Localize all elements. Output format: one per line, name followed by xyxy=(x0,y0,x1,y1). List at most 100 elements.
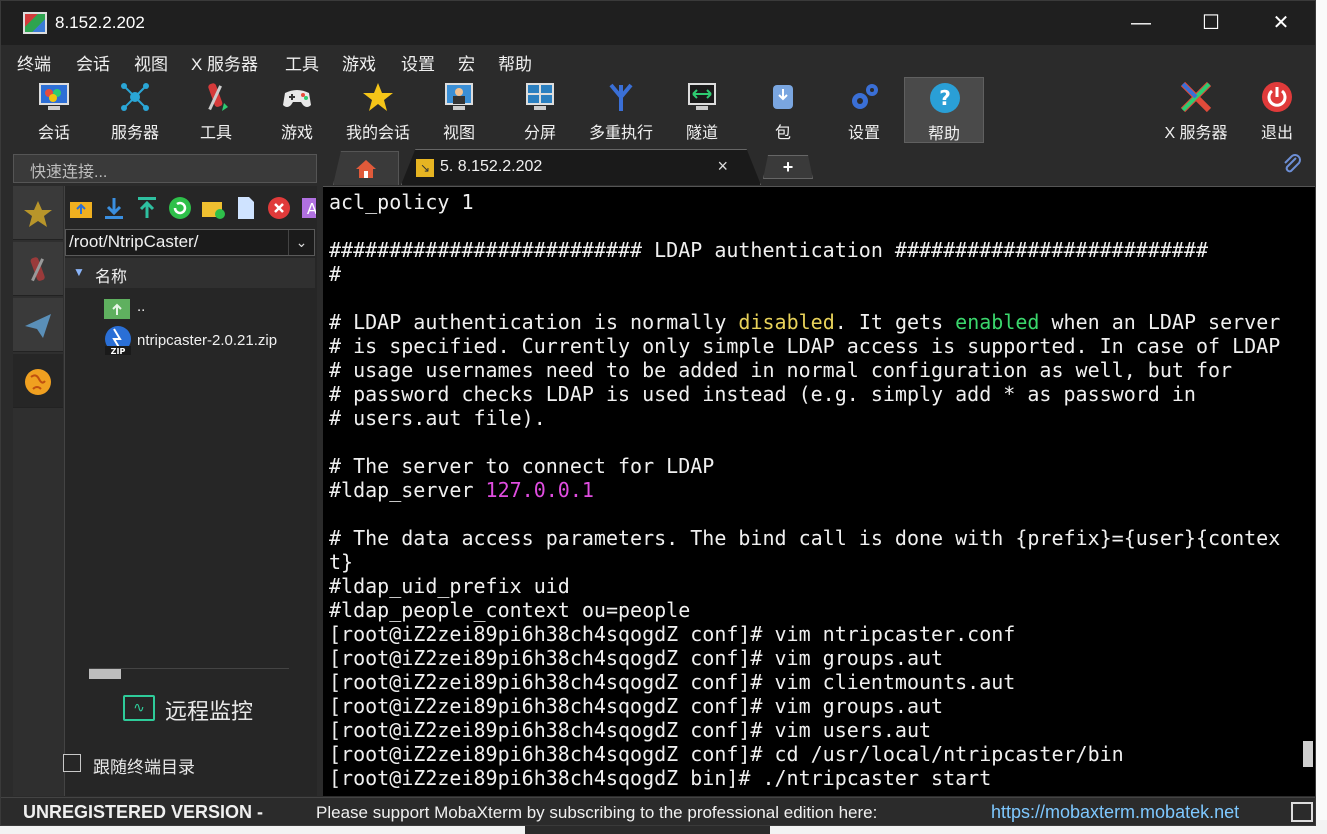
terminal-scrollbar-thumb[interactable] xyxy=(1303,741,1313,767)
new-file-icon[interactable] xyxy=(234,196,258,220)
terminal-line: acl_policy 1 xyxy=(329,190,1289,214)
settings-button[interactable]: 设置 xyxy=(824,77,904,143)
terminal-text: # xyxy=(329,262,342,286)
terminal-text: [root@iZ2zei89pi6h38ch4sqogdZ conf]# vim… xyxy=(329,718,932,742)
exit-button[interactable]: 退出 xyxy=(1237,77,1315,143)
sftp-panel: A /root/NtripCaster/ ⌄ ▼ 名称 .. ZIP ntrip… xyxy=(63,186,317,796)
menu-view[interactable]: 视图 xyxy=(134,50,168,75)
multiexec-button[interactable]: 多重执行 xyxy=(581,77,661,143)
sessions-side-tab[interactable] xyxy=(13,186,63,240)
maximize-button[interactable]: ☐ xyxy=(1176,1,1246,45)
split-button[interactable]: 分屏 xyxy=(500,77,580,143)
terminal-line: #ldap_people_context ou=people xyxy=(329,598,1289,622)
xserver-button[interactable]: X 服务器 xyxy=(1156,77,1236,143)
terminal-line: [root@iZ2zei89pi6h38ch4sqogdZ conf]# vim… xyxy=(329,694,1289,718)
menu-tools[interactable]: 工具 xyxy=(285,50,319,75)
menu-macros[interactable]: 宏 xyxy=(458,50,475,75)
zip-icon: ZIP xyxy=(103,325,133,356)
download-icon[interactable] xyxy=(102,196,126,220)
new-folder-icon[interactable] xyxy=(201,196,225,220)
terminal-pane[interactable]: acl_policy 1 ########################## L… xyxy=(323,186,1315,796)
terminal-line: #ldap_uid_prefix uid xyxy=(329,574,1289,598)
upload-icon[interactable] xyxy=(135,196,159,220)
terminal-text: [root@iZ2zei89pi6h38ch4sqogdZ conf]# vim… xyxy=(329,670,1016,694)
terminal-text: # usage usernames need to be added in no… xyxy=(329,358,1233,382)
terminal-text: #ldap_people_context ou=people xyxy=(329,598,691,622)
terminal-text: [root@iZ2zei89pi6h38ch4sqogdZ conf]# vim… xyxy=(329,694,944,718)
menu-bar: 终端 会话 视图 X 服务器 工具 游戏 设置 宏 帮助 xyxy=(1,45,1315,77)
tools-icon xyxy=(23,252,53,285)
follow-terminal-checkbox[interactable]: 跟随终端目录 xyxy=(63,752,263,777)
checkbox[interactable] xyxy=(63,754,81,772)
session-tab-bar: ↘ 5. 8.152.2.202 × + xyxy=(321,149,1311,185)
menu-sessions[interactable]: 会话 xyxy=(76,50,110,75)
remote-monitor-button[interactable]: ∿ 远程监控 xyxy=(123,692,323,726)
terminal-output: acl_policy 1 ########################## L… xyxy=(329,190,1289,790)
macros-side-tab[interactable] xyxy=(13,298,63,352)
menu-games[interactable]: 游戏 xyxy=(342,50,376,75)
tunnel-icon xyxy=(686,81,718,113)
paperclip-icon[interactable] xyxy=(1281,153,1303,181)
menu-xserver[interactable]: X 服务器 xyxy=(191,50,258,75)
tunnel-button[interactable]: 隧道 xyxy=(662,77,742,143)
terminal-text: [root@iZ2zei89pi6h38ch4sqogdZ bin]# ./nt… xyxy=(329,766,992,790)
screen-icon[interactable] xyxy=(1291,802,1313,822)
terminal-text: # users.aut file). xyxy=(329,406,546,430)
folder-up-icon xyxy=(103,291,133,321)
menu-settings[interactable]: 设置 xyxy=(401,50,435,75)
view-button[interactable]: 视图 xyxy=(419,77,499,143)
remote-path-input[interactable]: /root/NtripCaster/ ⌄ xyxy=(65,229,315,256)
menu-help[interactable]: 帮助 xyxy=(498,50,532,75)
parent-folder-icon[interactable] xyxy=(69,196,93,220)
tools-side-tab[interactable] xyxy=(13,242,63,296)
name-column-header[interactable]: ▼ 名称 xyxy=(65,258,315,288)
delete-icon[interactable] xyxy=(267,196,291,220)
package-button[interactable]: 包 xyxy=(743,77,823,143)
games-button[interactable]: 游戏 xyxy=(257,77,337,143)
tab-close-icon[interactable]: × xyxy=(717,156,728,177)
session-tab[interactable]: ↘ 5. 8.152.2.202 × xyxy=(401,149,761,185)
new-tab-button[interactable]: + xyxy=(763,155,813,179)
sftp-side-tab[interactable] xyxy=(13,354,63,408)
tools-button[interactable]: 工具 xyxy=(176,77,256,143)
unregistered-label: UNREGISTERED VERSION - xyxy=(23,802,264,822)
quick-connect-input[interactable]: 快速连接... xyxy=(13,154,317,183)
help-button[interactable]: ? 帮助 xyxy=(904,77,984,143)
xserver-icon xyxy=(1180,81,1212,113)
refresh-icon[interactable] xyxy=(168,196,192,220)
tools-icon xyxy=(200,81,232,113)
terminal-line: #ldap_server 127.0.0.1 xyxy=(329,478,1289,502)
terminal-text: disabled xyxy=(738,310,835,334)
terminal-text: # password checks LDAP is used instead (… xyxy=(329,382,1196,406)
file-list-hscrollbar[interactable] xyxy=(89,668,289,679)
session-button[interactable]: 会话 xyxy=(14,77,94,143)
star-icon xyxy=(23,196,53,229)
hscroll-thumb[interactable] xyxy=(89,669,121,679)
terminal-text: # The server to connect for LDAP xyxy=(329,454,715,478)
terminal-text: when an LDAP server xyxy=(1039,310,1281,334)
chevron-down-icon[interactable]: ⌄ xyxy=(288,230,314,255)
terminal-line: [root@iZ2zei89pi6h38ch4sqogdZ conf]# vim… xyxy=(329,646,1289,670)
my-sessions-button[interactable]: 我的会话 xyxy=(338,77,418,143)
session-icon xyxy=(38,81,70,113)
terminal-line: [root@iZ2zei89pi6h38ch4sqogdZ conf]# cd … xyxy=(329,742,1289,766)
terminal-line: ########################## LDAP authenti… xyxy=(329,238,1289,262)
terminal-text: # is specified. Currently only simple LD… xyxy=(329,334,1281,358)
split-icon xyxy=(524,81,556,113)
home-tab[interactable] xyxy=(333,151,399,185)
settings-icon xyxy=(848,81,880,113)
title-bar[interactable]: 8.152.2.202 — ☐ ✕ xyxy=(1,1,1315,45)
close-window-button[interactable]: ✕ xyxy=(1246,1,1315,45)
help-icon: ? xyxy=(929,82,961,114)
terminal-line: [root@iZ2zei89pi6h38ch4sqogdZ conf]# vim… xyxy=(329,718,1289,742)
minimize-button[interactable]: — xyxy=(1106,1,1176,45)
menu-terminal[interactable]: 终端 xyxy=(17,50,51,75)
servers-icon xyxy=(119,81,151,113)
ssh-key-icon: ↘ xyxy=(416,159,434,177)
mobatek-link[interactable]: https://mobaxterm.mobatek.net xyxy=(991,802,1239,823)
servers-button[interactable]: 服务器 xyxy=(95,77,175,143)
svg-text:ZIP: ZIP xyxy=(111,347,126,355)
terminal-line: [root@iZ2zei89pi6h38ch4sqogdZ conf]# vim… xyxy=(329,622,1289,646)
rename-icon[interactable]: A xyxy=(300,196,316,220)
